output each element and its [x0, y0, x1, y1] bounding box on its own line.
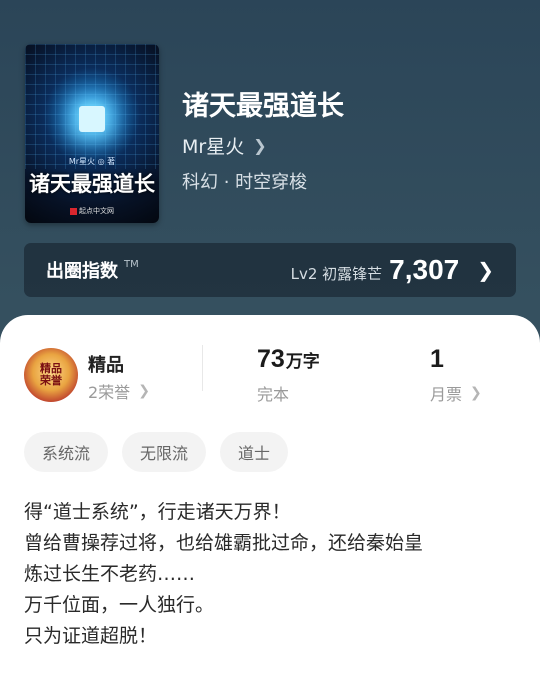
synopsis-line: 万千位面，一人独行。 — [24, 594, 215, 616]
word-count-unit: 万字 — [285, 352, 320, 372]
synopsis-line: 只为证道超脱！ — [24, 625, 158, 647]
popularity-level: Lv2 初露锋芒 — [290, 265, 383, 283]
synopsis-line: 得“道士系统”，行走诸天万界！ — [24, 501, 291, 523]
honors-count: 2荣誉 — [88, 383, 131, 402]
chevron-right-icon: ❯ — [470, 385, 482, 401]
monthly-votes-value: 1 — [430, 345, 444, 373]
synopsis-line: 曾给曹操荐过将，也给雄霸批过命，还给秦始皇 — [24, 532, 424, 554]
book-detail-card: 精品 荣誉 精品 2荣誉 ❯ 73万字 完本 1 月票 ❯ 系统流 无限流 道士 … — [0, 315, 540, 674]
popularity-right: Lv2 初露锋芒 7,307 — [291, 254, 460, 286]
monthly-votes-label: 月票 — [430, 385, 463, 404]
author-name: Mr星火 — [182, 136, 245, 158]
honors-link[interactable]: 2荣誉 ❯ — [88, 379, 150, 403]
popularity-index-bar[interactable]: 出圈指数 TM Lv2 初露锋芒 7,307 ❯ — [24, 243, 516, 297]
genre-label: 科幻 · 时空穿梭 — [182, 172, 308, 193]
cover-glow — [79, 106, 105, 133]
quality-badge-icon[interactable]: 精品 荣誉 — [24, 348, 78, 402]
chevron-right-icon: ❯ — [477, 258, 494, 282]
word-count: 73万字 — [257, 345, 320, 374]
monthly-votes-link[interactable]: 月票 ❯ — [430, 381, 482, 405]
popularity-label: 出圈指数 — [46, 261, 118, 282]
tag-chip[interactable]: 系统流 — [24, 432, 109, 472]
cover-publisher: 起点中文网 — [25, 206, 159, 216]
chevron-right-icon: ❯ — [253, 136, 267, 155]
cover-author: Mr星火 ◎ 著 — [68, 157, 116, 166]
stats-divider — [202, 345, 203, 391]
synopsis-line: 炼过长生不老药…… — [24, 563, 196, 585]
stats-row: 精品 荣誉 精品 2荣誉 ❯ 73万字 完本 1 月票 ❯ — [0, 315, 540, 425]
monthly-votes: 1 — [430, 345, 444, 374]
publisher-logo-icon — [70, 207, 77, 215]
tag-list: 系统流 无限流 道士 — [24, 432, 289, 472]
tag-chip[interactable]: 道士 — [220, 432, 289, 472]
trademark-mark: TM — [124, 258, 139, 270]
publisher-name: 起点中文网 — [79, 207, 114, 215]
chevron-right-icon: ❯ — [138, 383, 150, 399]
synopsis[interactable]: 得“道士系统”，行走诸天万界！ 曾给曹操荐过将，也给雄霸批过命，还给秦始皇 炼过… — [24, 497, 520, 652]
book-title: 诸天最强道长 — [182, 91, 344, 122]
word-count-value: 73 — [257, 345, 285, 373]
cover-title: 诸天最强道长 — [29, 171, 155, 196]
completion-status: 完本 — [257, 385, 290, 404]
author-link[interactable]: Mr星火 ❯ — [182, 132, 267, 159]
quality-title: 精品 — [88, 355, 124, 376]
tag-chip[interactable]: 无限流 — [122, 432, 207, 472]
book-cover[interactable]: Mr星火 ◎ 著 诸天最强道长 起点中文网 — [25, 44, 159, 223]
popularity-value: 7,307 — [389, 254, 460, 285]
